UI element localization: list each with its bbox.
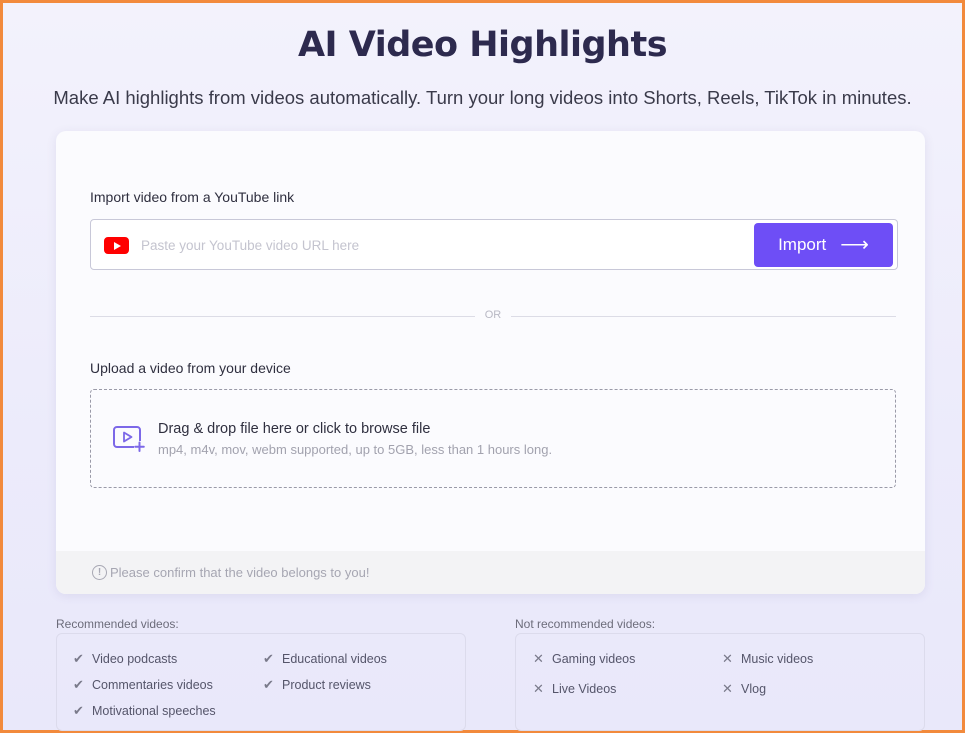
or-divider: OR	[90, 309, 896, 323]
import-button-label: Import	[778, 235, 827, 254]
page-frame: AI Video Highlights Make AI highlights f…	[0, 0, 965, 733]
ownership-notice-text: Please confirm that the video belongs to…	[110, 565, 370, 580]
not-recommended-title: Not recommended videos:	[515, 617, 656, 631]
recommended-title: Recommended videos:	[56, 617, 179, 631]
check-icon: ✔	[263, 651, 274, 666]
not-recommended-list: ✕ Gaming videos ✕ Music videos ✕ Live Vi…	[515, 633, 925, 731]
list-item-label: Live Videos	[552, 682, 617, 696]
file-drop-zone[interactable]: Drag & drop file here or click to browse…	[90, 389, 896, 488]
x-icon: ✕	[533, 681, 544, 696]
drop-zone-main-text: Drag & drop file here or click to browse…	[158, 421, 431, 437]
check-icon: ✔	[73, 703, 84, 718]
list-item-label: Commentaries videos	[92, 678, 213, 692]
list-item-label: Vlog	[741, 682, 767, 696]
x-icon: ✕	[533, 651, 544, 666]
upload-label: Upload a video from your device	[90, 360, 291, 376]
list-item-label: Motivational speeches	[92, 704, 216, 718]
or-text: OR	[484, 309, 502, 321]
list-item: ✔ Educational videos	[262, 651, 387, 667]
list-item-label: Gaming videos	[552, 652, 636, 666]
list-item-label: Educational videos	[282, 652, 387, 666]
list-item: ✔ Video podcasts	[72, 651, 177, 667]
x-icon: ✕	[722, 681, 733, 696]
list-item: ✔ Commentaries videos	[72, 677, 213, 693]
check-icon: ✔	[73, 677, 84, 692]
list-item-label: Product reviews	[282, 678, 371, 692]
divider-line-right	[511, 316, 896, 317]
youtube-url-box: Import ⟶	[90, 219, 898, 270]
video-add-icon	[113, 426, 145, 452]
import-card: Import video from a YouTube link Import …	[56, 131, 925, 594]
page-subtitle: Make AI highlights from videos automatic…	[53, 87, 912, 108]
list-item: ✕ Music videos	[721, 651, 813, 667]
list-item: ✔ Motivational speeches	[72, 703, 216, 719]
page-title: AI Video Highlights	[297, 25, 668, 65]
list-item: ✕ Live Videos	[532, 681, 616, 697]
list-item: ✕ Gaming videos	[532, 651, 635, 667]
arrow-right-icon: ⟶	[840, 234, 869, 256]
drop-zone-sub-text: mp4, m4v, mov, webm supported, up to 5GB…	[158, 442, 553, 457]
import-button[interactable]: Import ⟶	[754, 223, 893, 267]
youtube-url-input[interactable]	[141, 232, 741, 258]
info-icon: !	[92, 565, 107, 580]
list-item-label: Music videos	[741, 652, 814, 666]
check-icon: ✔	[73, 651, 84, 666]
youtube-import-label: Import video from a YouTube link	[90, 189, 295, 205]
x-icon: ✕	[722, 651, 733, 666]
recommended-list: ✔ Video podcasts ✔ Educational videos ✔ …	[56, 633, 466, 731]
list-item: ✕ Vlog	[721, 681, 766, 697]
youtube-icon	[104, 237, 129, 254]
check-icon: ✔	[263, 677, 274, 692]
list-item-label: Video podcasts	[92, 652, 178, 666]
ownership-notice: ! Please confirm that the video belongs …	[56, 551, 925, 594]
list-item: ✔ Product reviews	[262, 677, 371, 693]
